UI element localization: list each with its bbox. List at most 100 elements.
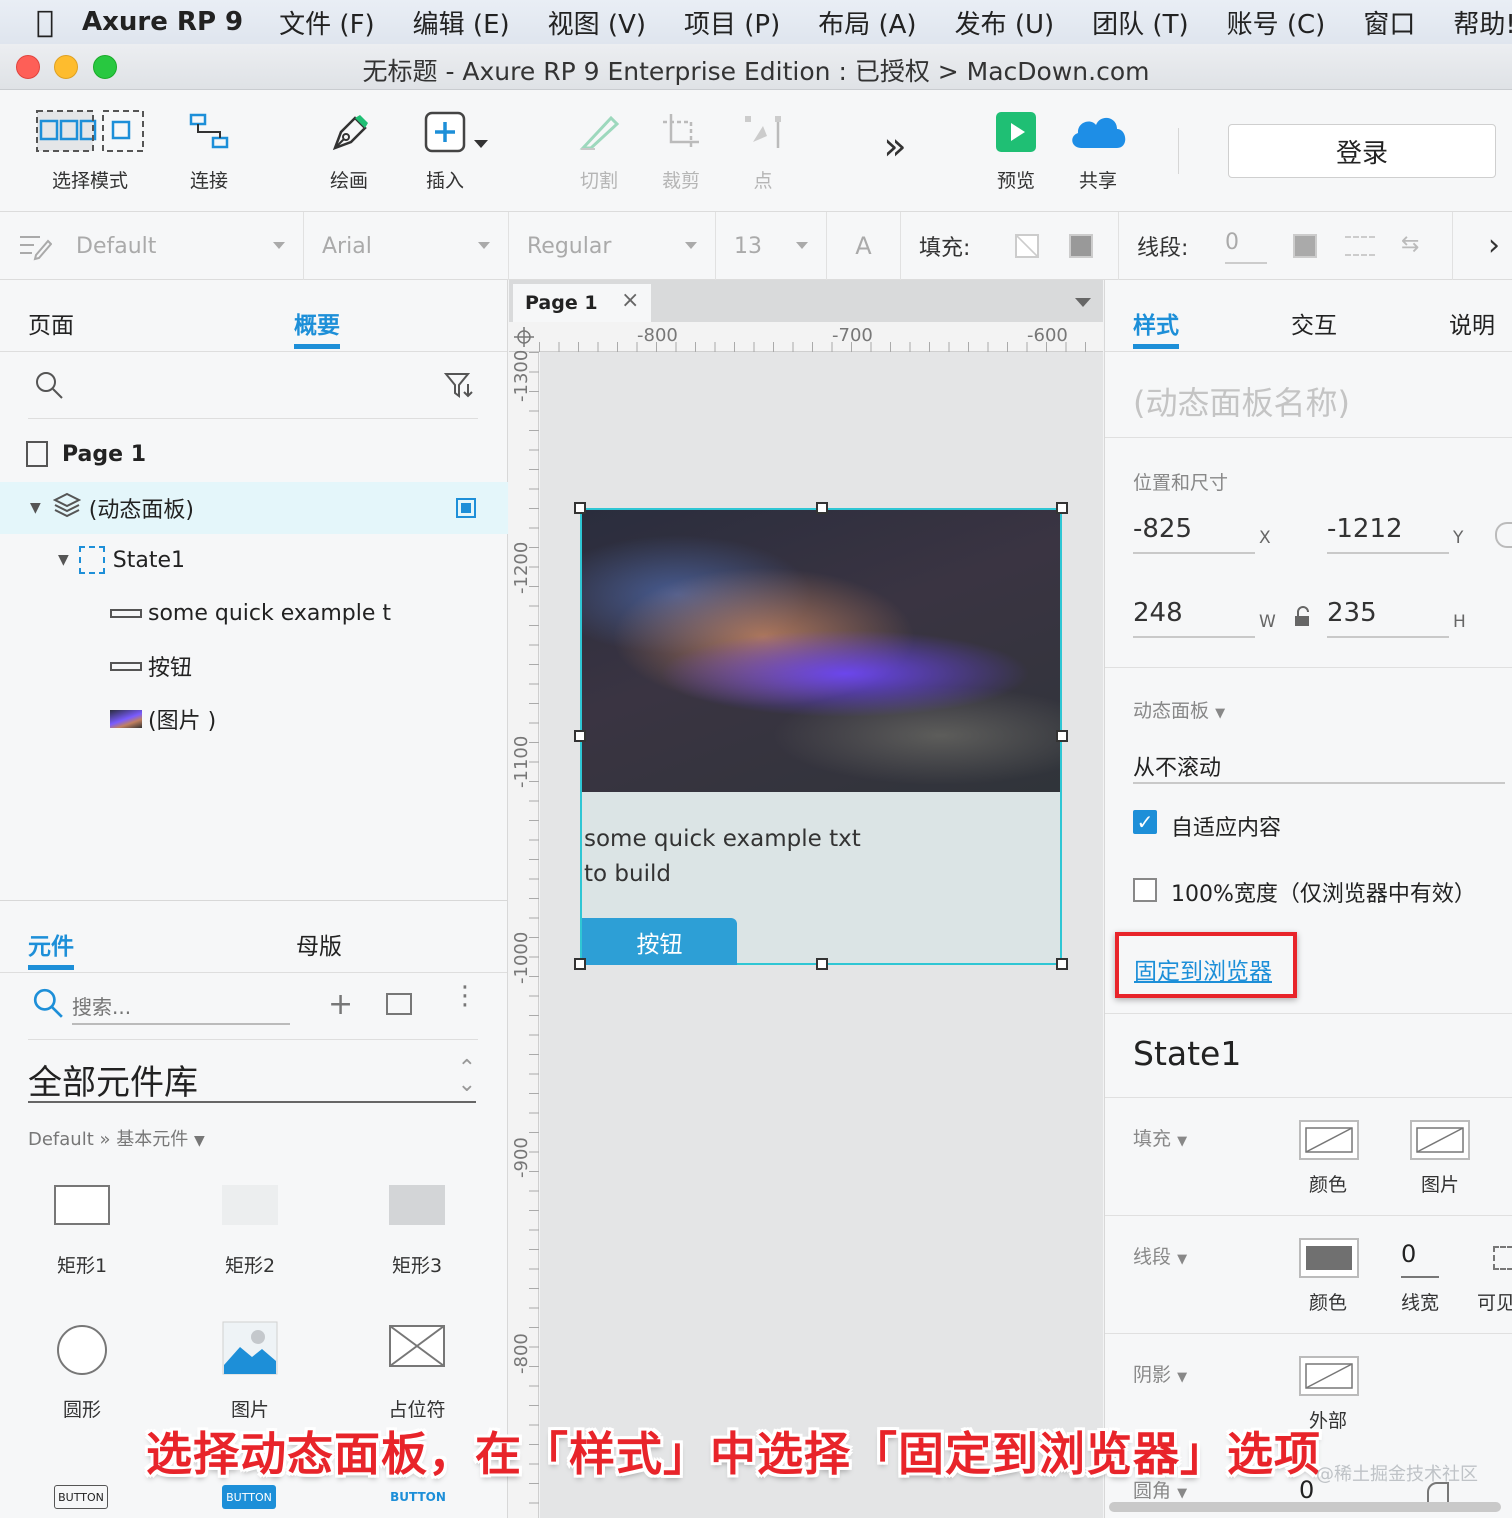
menu-project[interactable]: 项目 (P) — [684, 4, 780, 41]
widget-button-link[interactable]: BUTTON — [388, 1485, 448, 1509]
outline-image-row[interactable]: (图片 ) — [0, 693, 508, 745]
full-width-checkbox[interactable] — [1133, 878, 1157, 902]
connect-button[interactable]: 连接 — [180, 108, 238, 193]
stroke-pattern-icon[interactable] — [1345, 236, 1375, 256]
outline-text-row[interactable]: some quick example t — [0, 587, 508, 639]
more-format-icon[interactable]: › — [1488, 228, 1500, 263]
arrow-style-icon[interactable]: ⇆ — [1401, 232, 1419, 257]
chevron-down-icon[interactable]: ▼ — [30, 500, 41, 516]
font-size-select[interactable]: 13 — [716, 212, 827, 280]
outline-state-row[interactable]: ▼ State1 — [0, 534, 508, 586]
crosshair-icon[interactable] — [513, 326, 535, 352]
outline-button-row[interactable]: 按钮 — [0, 640, 508, 692]
resize-handle-top-left[interactable] — [574, 502, 586, 514]
menu-publish[interactable]: 发布 (U) — [955, 4, 1055, 41]
stroke-color-swatch[interactable] — [1299, 1238, 1359, 1278]
preview-button[interactable]: 预览 — [986, 108, 1046, 193]
height-input[interactable]: 235 — [1327, 598, 1449, 638]
menu-view[interactable]: 视图 (V) — [548, 4, 646, 41]
fill-dropdown[interactable]: 填充 ▼ — [1133, 1124, 1187, 1151]
tab-widgets[interactable]: 元件 — [28, 927, 74, 970]
login-button[interactable]: 登录 — [1228, 124, 1496, 178]
menu-help[interactable]: 帮助! — [1453, 4, 1512, 41]
widget-rect2[interactable]: 矩形2 — [190, 1185, 310, 1278]
insert-button[interactable]: 插入 — [414, 108, 476, 193]
widget-circle[interactable]: 圆形 — [22, 1325, 142, 1422]
fill-image-swatch[interactable] — [1410, 1120, 1470, 1160]
style-select[interactable]: Default — [0, 212, 304, 280]
panel-text[interactable]: some quick example txt to build — [584, 822, 884, 892]
panel-name-input[interactable]: (动态面板名称) — [1133, 378, 1350, 424]
widget-image[interactable]: 图片 — [190, 1321, 310, 1422]
fill-color-swatch[interactable] — [1299, 1120, 1359, 1160]
more-options-icon[interactable]: ⋮ — [452, 983, 478, 1009]
tab-pages[interactable]: 页面 — [28, 306, 74, 340]
add-library-icon[interactable]: + — [328, 987, 353, 1022]
fit-content-checkbox[interactable]: ✓ — [1133, 810, 1157, 834]
resize-handle-bottom-left[interactable] — [574, 958, 586, 970]
library-select[interactable]: 全部元件库 ⌃ ⌄ — [28, 1055, 476, 1103]
apple-icon[interactable]:  — [36, 5, 54, 40]
widget-button-primary[interactable]: BUTTON — [222, 1485, 276, 1509]
dynamic-panel[interactable]: some quick example txt to build 按钮 — [580, 508, 1062, 965]
menu-edit[interactable]: 编辑 (E) — [413, 4, 510, 41]
menu-file[interactable]: 文件 (F) — [279, 4, 375, 41]
widget-placeholder[interactable]: 占位符 — [357, 1325, 477, 1422]
fill-none-swatch[interactable] — [1015, 234, 1039, 258]
point-button[interactable]: 点 — [736, 108, 790, 193]
rotation-icon[interactable] — [1495, 522, 1512, 548]
outline-page-row[interactable]: Page 1 — [0, 428, 508, 480]
stroke-width-input[interactable]: 0 — [1225, 230, 1267, 264]
widget-rect3[interactable]: 矩形3 — [357, 1185, 477, 1278]
tab-notes[interactable]: 说明 — [1449, 306, 1495, 340]
fill-color-swatch[interactable] — [1069, 234, 1093, 258]
widget-rect1[interactable]: 矩形1 — [22, 1185, 142, 1278]
search-icon[interactable] — [34, 370, 64, 404]
library-search-input[interactable] — [72, 991, 290, 1025]
stroke-visibility-icon[interactable] — [1493, 1246, 1512, 1270]
slice-button[interactable]: 切割 — [572, 108, 626, 193]
font-select[interactable]: Arial — [304, 212, 509, 280]
stroke-color-swatch[interactable] — [1293, 234, 1317, 258]
width-input[interactable]: 248 — [1133, 598, 1255, 638]
library-window-icon[interactable] — [386, 993, 412, 1015]
panel-button[interactable]: 按钮 — [582, 918, 737, 965]
resize-handle-bottom-right[interactable] — [1056, 958, 1068, 970]
scroll-select[interactable]: 从不滚动 — [1133, 750, 1505, 784]
resize-handle-bottom[interactable] — [816, 958, 828, 970]
menu-account[interactable]: 账号 (C) — [1227, 4, 1326, 41]
tab-style[interactable]: 样式 — [1133, 306, 1179, 349]
resize-handle-top-right[interactable] — [1056, 502, 1068, 514]
insert-dropdown-icon[interactable] — [474, 140, 488, 148]
resize-handle-right[interactable] — [1056, 730, 1068, 742]
menu-window[interactable]: 窗口 — [1363, 4, 1415, 41]
close-icon[interactable]: × — [621, 288, 639, 313]
select-mode-button[interactable]: 选择模式 — [24, 108, 156, 193]
font-weight-select[interactable]: Regular — [509, 212, 716, 280]
lock-icon[interactable] — [1293, 606, 1313, 632]
pin-to-browser-link[interactable]: 固定到浏览器 — [1134, 952, 1272, 986]
y-input[interactable]: -1212 — [1327, 514, 1449, 554]
chevron-down-icon[interactable]: ▼ — [58, 552, 69, 568]
stroke-dropdown[interactable]: 线段 ▼ — [1133, 1242, 1187, 1269]
outer-shadow-swatch[interactable] — [1299, 1356, 1359, 1396]
library-breadcrumb[interactable]: Default » 基本元件 ▼ — [28, 1125, 205, 1151]
widget-button-default[interactable]: BUTTON — [54, 1485, 108, 1509]
text-color-button[interactable]: A — [827, 212, 901, 280]
dynamic-panel-dropdown[interactable]: 动态面板 ▼ — [1133, 696, 1225, 723]
share-button[interactable]: 共享 — [1066, 108, 1130, 193]
tab-masters[interactable]: 母版 — [296, 927, 342, 961]
more-tools-button[interactable]: » — [870, 124, 920, 168]
resize-handle-left[interactable] — [574, 730, 586, 742]
tabs-dropdown-icon[interactable] — [1075, 298, 1091, 307]
crop-button[interactable]: 裁剪 — [654, 108, 708, 193]
filter-icon[interactable] — [443, 370, 474, 404]
stroke-width-input[interactable]: 0 — [1401, 1240, 1439, 1278]
menu-layout[interactable]: 布局 (A) — [818, 4, 916, 41]
tab-page-1[interactable]: Page 1 × — [513, 284, 651, 322]
app-menu[interactable]: Axure RP 9 — [82, 7, 243, 37]
tab-outline[interactable]: 概要 — [294, 306, 340, 349]
outline-dynamic-panel-row[interactable]: ▼ (动态面板) — [0, 482, 508, 534]
design-canvas[interactable]: some quick example txt to build 按钮 — [540, 352, 1103, 1518]
panel-image[interactable] — [582, 510, 1060, 792]
